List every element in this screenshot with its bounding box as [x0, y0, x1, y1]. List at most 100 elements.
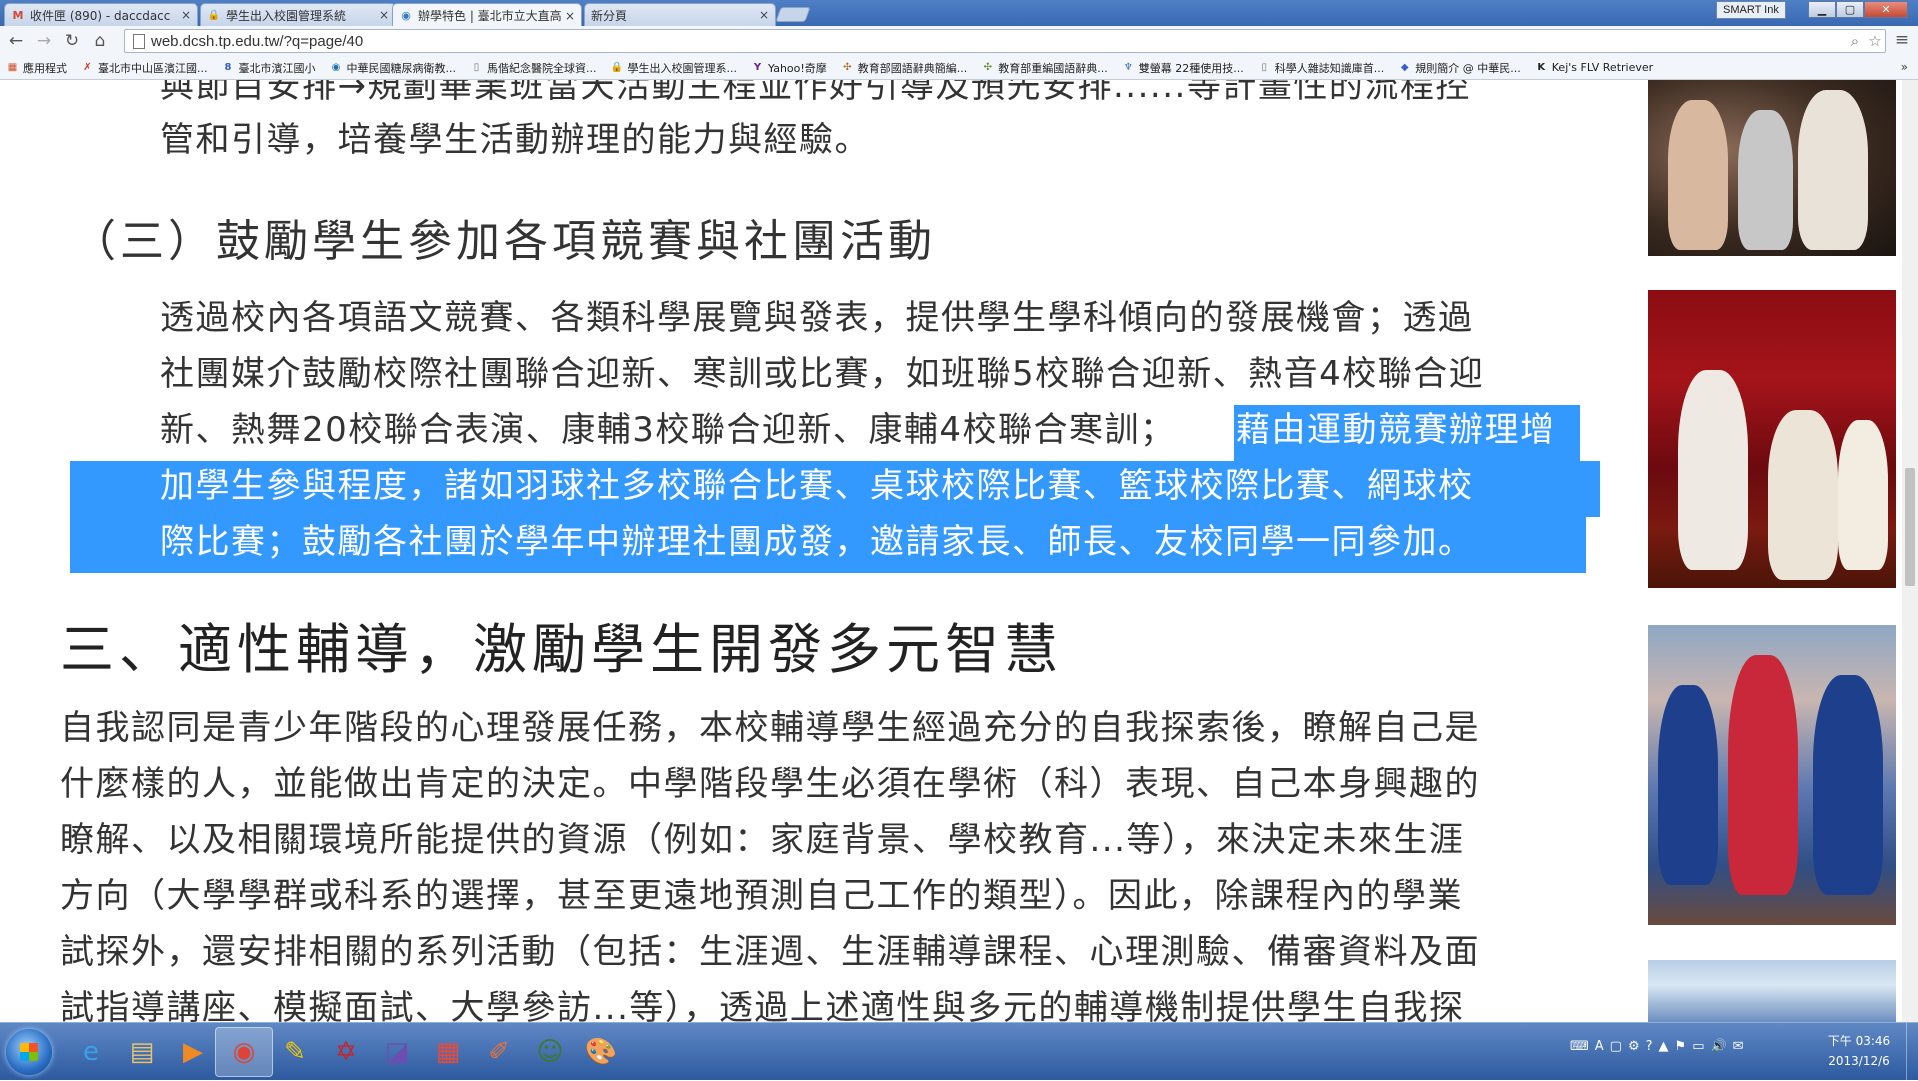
system-tray: ⌨ A ▢ ⚙? ▲ ⚑ ▭ 🔊 ✉ — [1570, 1039, 1744, 1054]
bookmark-item[interactable]: ▦ 應用程式 — [6, 60, 67, 76]
vertical-scrollbar[interactable] — [1902, 80, 1918, 1022]
close-window-button[interactable]: ✕ — [1864, 1, 1908, 18]
tab-new-tab[interactable]: 新分頁 × — [584, 3, 776, 26]
bookmark-icon: K — [1537, 62, 1546, 73]
paint-icon[interactable]: 🎨 — [572, 1027, 630, 1077]
bookmark-item[interactable]: ✗ 臺北市中山區濱江國... — [81, 60, 207, 76]
reload-icon[interactable]: ↻ — [60, 29, 84, 53]
paragraph-line: 透過校內各項語文競賽、各類科學展覽與發表，提供學生學科傾向的發展機會；透過 — [160, 298, 1474, 338]
close-icon[interactable]: × — [181, 8, 191, 22]
tab-title: 學生出入校園管理系統 — [226, 8, 347, 23]
bookmark-icon: 8 — [224, 62, 232, 73]
bookmarks-overflow-button[interactable]: » — [1901, 60, 1908, 74]
tab-title: 新分頁 — [591, 8, 628, 23]
bookmark-label: 教育部國語辭典簡編... — [857, 61, 968, 75]
paragraph-line: 試指導講座、模擬面試、大學參訪...等），透過上述適性與多元的輔導機制提供學生自… — [60, 988, 1465, 1022]
tray-icon[interactable]: A — [1595, 1039, 1604, 1054]
taskbar: e ▤ ▶ ◉ ✎ ✡ ◪ ▦ ✐ ☺ 🎨 ⌨ A ▢ ⚙? ▲ ⚑ ▭ 🔊 ✉ 下午 03:46 2013/12/… — [0, 1022, 1918, 1081]
paragraph-line: 什麼樣的人，並能做出肯定的決定。中學階段學生必須在學術（科）表現、自己本身興趣的 — [60, 764, 1480, 804]
bookmark-item[interactable]: ▯ 馬偕紀念醫院全球資... — [470, 60, 597, 76]
home-icon[interactable]: ⌂ — [88, 29, 112, 53]
new-tab-button[interactable] — [775, 7, 811, 22]
tray-icon[interactable]: ▭ — [1692, 1039, 1704, 1054]
clock-time: 下午 03:46 — [1827, 1034, 1891, 1048]
bookmark-item[interactable]: Y Yahoo!奇摩 — [751, 60, 827, 76]
bookmark-item[interactable]: ✣ 教育部重編國語辭典... — [981, 60, 1108, 76]
tray-icon[interactable]: ▲ — [1659, 1039, 1669, 1054]
bookmark-item[interactable]: ♆ 雙螢幕 22種使用技... — [1122, 60, 1244, 76]
bookmark-label: 教育部重編國語辭典... — [998, 61, 1108, 75]
tab-student-access[interactable]: 🔒 學生出入校園管理系統 × — [200, 3, 396, 26]
lock-icon: 🔒 — [207, 9, 221, 21]
tab-strip: M 收件匣 (890) - daccdacc × 🔒 學生出入校園管理系統 × … — [0, 0, 1918, 27]
app-grid-icon[interactable]: ▦ — [419, 1027, 477, 1077]
tray-icon[interactable]: ✉ — [1733, 1039, 1744, 1054]
bookmark-label: 學生出入校園管理系... — [627, 61, 738, 75]
chrome-icon[interactable]: ◉ — [215, 1027, 273, 1077]
maximize-button[interactable]: ▢ — [1836, 1, 1864, 18]
start-button[interactable] — [6, 1029, 52, 1075]
bookmark-label: Kej's FLV Retriever — [1551, 61, 1654, 74]
smart-ink-button[interactable]: SMART Ink — [1716, 1, 1786, 19]
paragraph-line: 社團媒介鼓勵校際社團聯合迎新、寒訓或比賽，如班聯5校聯合迎新、熱音4校聯合迎 — [160, 354, 1485, 394]
bookmark-item[interactable]: ◉ 中華民國糖尿病衛教... — [330, 60, 457, 76]
tray-icon[interactable]: ⌨ — [1570, 1039, 1589, 1054]
address-bar[interactable]: ⌕ ☆ — [124, 29, 1886, 53]
bookmark-icon: ◆ — [1400, 62, 1409, 73]
photo-cheerleaders[interactable] — [1648, 625, 1896, 925]
clock[interactable]: 下午 03:46 2013/12/6 — [1820, 1031, 1898, 1071]
bookmark-item[interactable]: K Kej's FLV Retriever — [1535, 61, 1653, 74]
photo-dancers[interactable] — [1648, 80, 1896, 256]
scroll-thumb[interactable] — [1905, 468, 1915, 586]
back-icon[interactable]: ← — [4, 29, 28, 53]
bookmark-item[interactable]: ✣ 教育部國語辭典簡編... — [841, 60, 968, 76]
tray-icon[interactable]: ▢ — [1610, 1039, 1622, 1054]
tray-icon[interactable]: ? — [1646, 1039, 1653, 1054]
bookmark-icon: ✣ — [983, 62, 992, 73]
tab-school-features[interactable]: ◉ 辦學特色 | 臺北市立大直高 × — [392, 3, 582, 27]
paragraph-line: 管和引導，培養學生活動辦理的能力與經驗。 — [160, 120, 870, 160]
star-icon[interactable]: ☆ — [1865, 32, 1885, 50]
selected-text: 際比賽；鼓勵各社團於學年中辦理社團成發，邀請家長、師長、友校同學一同參加。 — [160, 522, 1474, 562]
tab-title: 收件匣 (890) - daccdacc — [30, 8, 171, 23]
close-icon[interactable]: × — [759, 8, 769, 22]
bookmark-label: Yahoo!奇摩 — [768, 61, 827, 75]
bookmark-label: 科學人雜誌知識庫首... — [1274, 61, 1385, 75]
bookmark-label: 規則簡介 @ 中華民... — [1415, 61, 1521, 75]
close-icon[interactable]: × — [565, 9, 575, 23]
paragraph-line: 方向（大學學群或科系的選擇，甚至更遠地預測自己工作的類型）。因此，除課程內的學業 — [60, 876, 1463, 916]
network-app-icon[interactable]: ✡ — [317, 1027, 375, 1077]
paragraph-line: 試探外，還安排相關的系列活動（包括：生涯週、生涯輔導課程、心理測驗、備審資料及面 — [60, 932, 1480, 972]
search-icon[interactable]: ⌕ — [1845, 32, 1865, 50]
tab-gmail[interactable]: M 收件匣 (890) - daccdacc × — [4, 3, 198, 26]
close-icon[interactable]: × — [379, 8, 389, 22]
bookmark-item[interactable]: ◆ 規則簡介 @ 中華民... — [1398, 60, 1521, 76]
internet-explorer-icon[interactable]: e — [62, 1027, 120, 1077]
edraw-icon[interactable]: ✐ — [470, 1027, 528, 1077]
paragraph-line: 與節目安排→規劃畢業班當天活動主程並作好引導及預先安排......等計畫性的流程… — [160, 80, 1471, 106]
bookmark-item[interactable]: 🔒 學生出入校園管理系... — [611, 60, 738, 76]
forward-icon[interactable]: → — [32, 29, 56, 53]
bookmark-label: 中華民國糖尿病衛教... — [346, 61, 457, 75]
smart-notebook-icon[interactable]: ✎ — [266, 1027, 324, 1077]
screen-tool-icon[interactable]: ◪ — [368, 1027, 426, 1077]
bookmark-item[interactable]: ▯ 科學人雜誌知識庫首... — [1258, 60, 1385, 76]
show-desktop-button[interactable] — [1906, 1023, 1918, 1081]
selected-text: 藉由運動競賽辦理增 — [1236, 410, 1556, 450]
photo-sports-field[interactable] — [1648, 960, 1896, 1022]
photo-stage-performance[interactable] — [1648, 290, 1896, 588]
bookmark-label: 應用程式 — [23, 61, 67, 75]
tray-icon[interactable]: ⚑ — [1675, 1039, 1687, 1054]
character-app-icon[interactable]: ☺ — [521, 1027, 579, 1077]
tray-icon[interactable]: ⚙ — [1628, 1039, 1640, 1054]
tray-icon[interactable]: 🔊 — [1710, 1039, 1726, 1054]
bookmark-item[interactable]: 8 臺北市濱江國小 — [222, 60, 316, 76]
minimize-button[interactable]: ▁ — [1808, 1, 1836, 18]
file-explorer-icon[interactable]: ▤ — [113, 1027, 171, 1077]
menu-icon[interactable]: ≡ — [1892, 30, 1912, 50]
bookmark-label: 臺北市濱江國小 — [238, 61, 316, 75]
section-heading: 三、適性輔導，激勵學生開發多元智慧 — [60, 618, 1063, 681]
media-player-icon[interactable]: ▶ — [164, 1027, 222, 1077]
url-input[interactable] — [151, 32, 1845, 50]
photo-sidebar — [1638, 80, 1902, 1022]
